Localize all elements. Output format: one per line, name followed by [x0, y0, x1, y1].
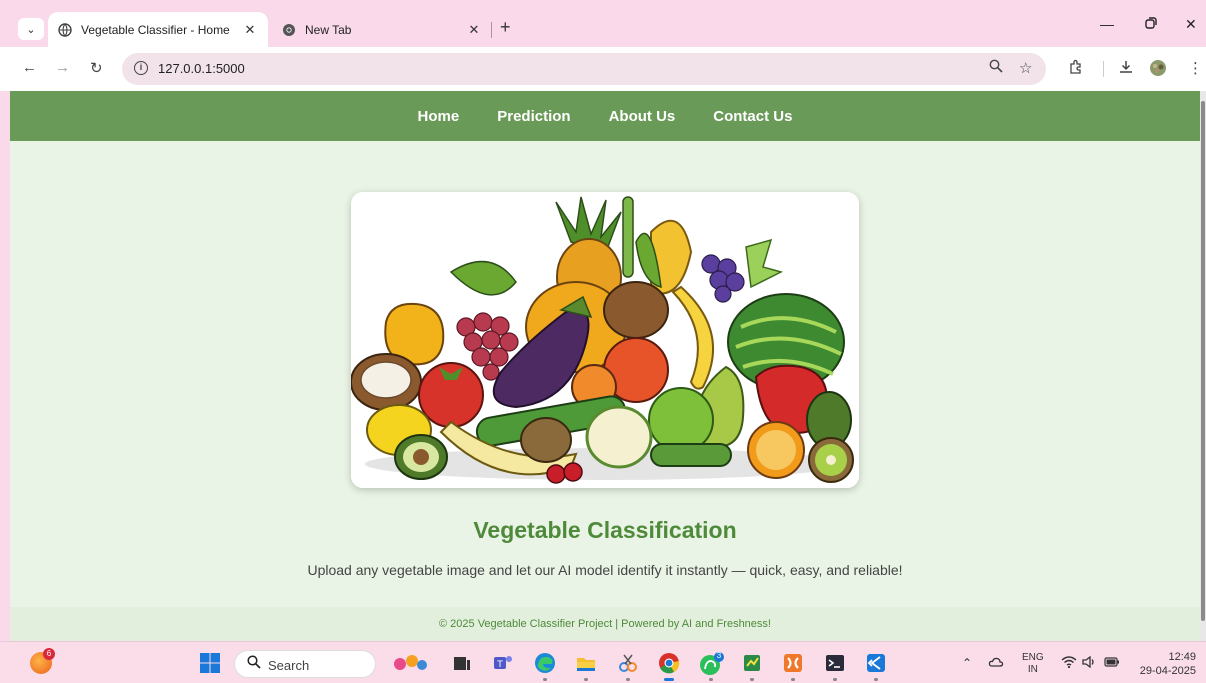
taskbar-running-indicator: [874, 678, 878, 681]
nav-about-us[interactable]: About Us: [609, 108, 676, 125]
tab-title: Vegetable Classifier - Home: [81, 22, 230, 37]
menu-kebab-icon[interactable]: ⋮: [1188, 59, 1203, 77]
hero-image-card: [351, 192, 859, 488]
taskbar-running-indicator: [584, 678, 588, 681]
close-icon[interactable]: ✕: [466, 22, 482, 38]
taskbar-search-input[interactable]: Search: [234, 650, 376, 678]
chrome-icon: [282, 23, 296, 37]
whatsapp-badge: 3: [716, 651, 722, 660]
wifi-icon[interactable]: [1061, 656, 1077, 671]
address-url: 127.0.0.1:5000: [158, 61, 245, 76]
chrome-taskbar-icon[interactable]: [658, 652, 680, 674]
spreadsheet-app-icon[interactable]: [741, 652, 763, 674]
fruits-vegetables-illustration: [351, 192, 859, 488]
page-title: Vegetable Classification: [473, 517, 737, 543]
site-navbar: Home Prediction About Us Contact Us: [10, 91, 1200, 141]
new-tab-plus-icon[interactable]: +: [500, 17, 511, 38]
taskbar-running-indicator: [626, 678, 630, 681]
xampp-icon[interactable]: [782, 652, 804, 674]
clock-time: 12:49: [1168, 651, 1196, 663]
chevron-down-icon: ⌄: [26, 23, 36, 36]
chevron-up-icon[interactable]: ⌃: [962, 656, 972, 670]
profile-avatar[interactable]: [1148, 59, 1168, 81]
region-code: IN: [1027, 664, 1038, 675]
page-viewport: Home Prediction About Us Contact Us Vege…: [10, 91, 1200, 641]
forward-arrow-icon[interactable]: →: [55, 59, 70, 76]
taskbar-running-indicator: [709, 678, 713, 681]
volume-icon[interactable]: [1082, 655, 1096, 671]
window-close-icon[interactable]: ✕: [1185, 16, 1197, 33]
taskbar-active-indicator: [664, 678, 674, 681]
nav-contact-us[interactable]: Contact Us: [713, 108, 792, 125]
onedrive-cloud-icon[interactable]: [988, 656, 1004, 671]
toolbar-divider: [1103, 61, 1104, 77]
tab-title: New Tab: [305, 22, 352, 37]
download-icon[interactable]: [1118, 59, 1134, 79]
taskbar-running-indicator: [750, 678, 754, 681]
bookmark-star-icon[interactable]: ☆: [1019, 59, 1032, 77]
festival-highlight-icon[interactable]: [390, 652, 430, 674]
tab-strip: ⌄ Vegetable Classifier - Home ✕ New Tab …: [0, 0, 1206, 47]
page-scrollbar[interactable]: [1200, 91, 1206, 641]
taskbar-running-indicator: [791, 678, 795, 681]
clock-date: 29-04-2025: [1139, 665, 1196, 677]
terminal-icon[interactable]: [824, 652, 846, 674]
globe-icon: [58, 22, 72, 37]
tab-search-button[interactable]: ⌄: [18, 18, 44, 40]
language-code: ENG: [1022, 652, 1044, 663]
snipping-tool-icon[interactable]: [617, 652, 639, 674]
reload-icon[interactable]: ↻: [90, 59, 103, 77]
taskbar-running-indicator: [543, 678, 547, 681]
widgets-icon[interactable]: 6: [30, 648, 55, 674]
extensions-icon[interactable]: [1068, 59, 1084, 79]
battery-icon[interactable]: [1104, 656, 1120, 670]
notification-badge: 6: [43, 648, 55, 660]
taskbar-running-indicator: [833, 678, 837, 681]
tab-new-tab[interactable]: New Tab ✕: [272, 12, 492, 47]
close-icon[interactable]: ✕: [242, 22, 258, 38]
tab-divider: [491, 22, 492, 38]
nav-prediction[interactable]: Prediction: [497, 108, 570, 125]
search-icon: [247, 655, 261, 672]
back-arrow-icon[interactable]: ←: [22, 59, 37, 76]
windows-taskbar: 6 Search T 3 ⌃ ENG IN 12:49 29-04-2025: [0, 641, 1206, 683]
edge-browser-icon[interactable]: [534, 652, 556, 674]
windows-start-icon[interactable]: [199, 652, 221, 674]
scrollbar-thumb[interactable]: [1201, 101, 1205, 621]
whatsapp-icon[interactable]: 3: [699, 651, 724, 675]
svg-text:T: T: [496, 660, 503, 670]
tab-vegetable-classifier[interactable]: Vegetable Classifier - Home ✕: [48, 12, 268, 47]
teams-icon[interactable]: T: [492, 652, 514, 674]
page-tagline: Upload any vegetable image and let our A…: [307, 562, 903, 578]
restore-icon[interactable]: [1145, 16, 1157, 32]
zoom-icon[interactable]: [989, 59, 1003, 77]
task-view-icon[interactable]: [451, 652, 473, 674]
vscode-icon[interactable]: [865, 652, 887, 674]
search-placeholder: Search: [268, 658, 310, 673]
site-info-icon[interactable]: i: [134, 61, 148, 75]
nav-home[interactable]: Home: [418, 108, 460, 125]
address-bar[interactable]: i 127.0.0.1:5000 ☆: [122, 53, 1046, 85]
minimize-icon[interactable]: —: [1100, 16, 1114, 32]
browser-toolbar: ← → ↻ i 127.0.0.1:5000 ☆ ⋮: [0, 47, 1206, 91]
language-indicator[interactable]: ENG IN: [1022, 652, 1044, 676]
system-clock[interactable]: 12:49 29-04-2025: [1136, 650, 1196, 678]
file-explorer-icon[interactable]: [575, 652, 597, 674]
page-footer: © 2025 Vegetable Classifier Project | Po…: [10, 607, 1200, 641]
